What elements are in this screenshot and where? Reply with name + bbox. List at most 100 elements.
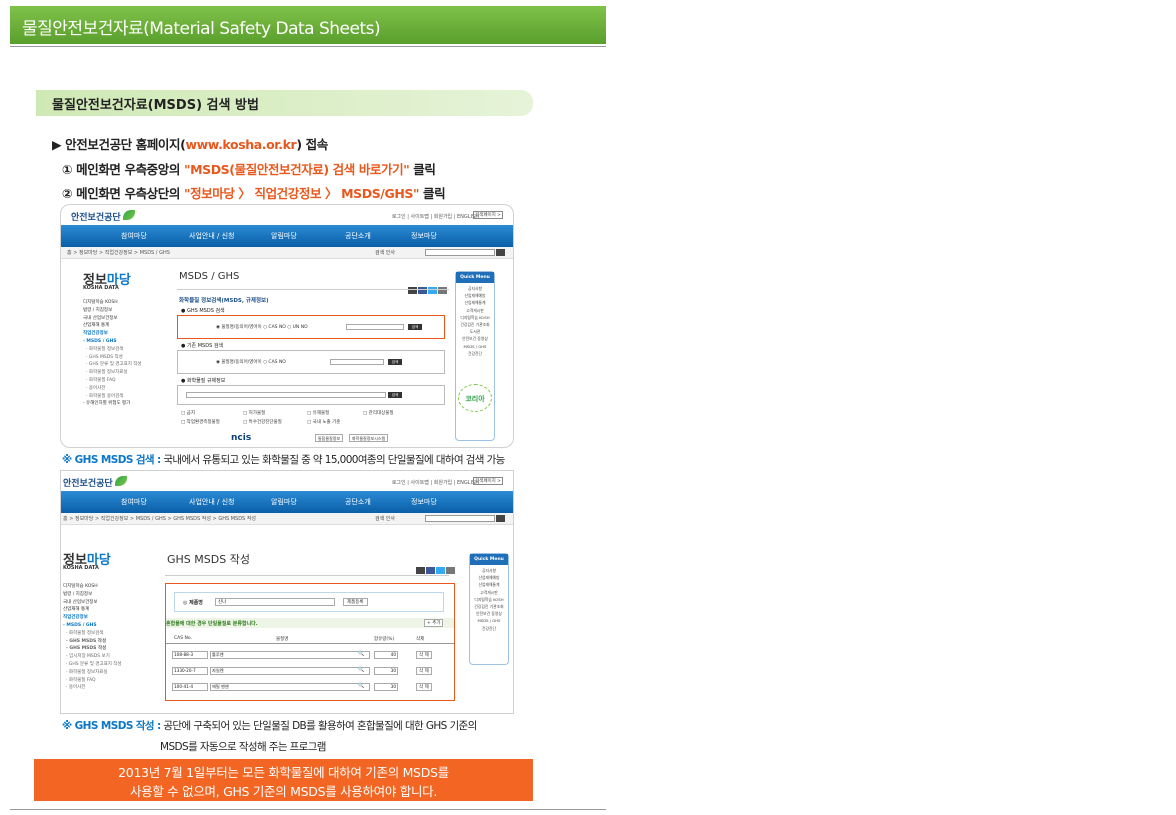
ghs-search-button[interactable]: 검색 <box>408 324 422 330</box>
side-subitem[interactable]: · 화학물질 정보검색 <box>63 630 133 638</box>
nav-item-4[interactable]: 공단소개 <box>345 231 371 241</box>
search-input[interactable] <box>425 515 495 522</box>
korea-badge-icon[interactable]: 코리아 <box>458 384 492 412</box>
twitter-icon[interactable] <box>436 567 445 574</box>
side-subitem[interactable]: · GHS MSDS 작성 <box>83 354 153 362</box>
nav-item-1[interactable]: 참여마당 <box>121 231 147 241</box>
side-subitem[interactable]: · GHS 분류 및 경고표지 작성 <box>63 661 133 669</box>
quick-item[interactable]: 안전보건 동영상 <box>470 610 508 617</box>
nav-item-2[interactable]: 사업안내 / 신청 <box>189 231 234 241</box>
delete-button[interactable]: 삭 제 <box>416 651 432 659</box>
quick-item[interactable]: 공지사항 <box>456 285 494 292</box>
ghs-search-input[interactable] <box>346 324 404 330</box>
side-item[interactable]: 국내 산업보건정보 <box>63 599 133 607</box>
quick-item[interactable]: 건강검진 기관조회 <box>470 603 508 610</box>
site-logo[interactable]: 안전보건공단 <box>71 210 135 223</box>
nav-item-3[interactable]: 알림마당 <box>271 497 297 507</box>
nav-item-2[interactable]: 사업안내 / 신청 <box>189 497 234 507</box>
side-item[interactable]: 국내 산업보건정보 <box>83 315 153 323</box>
util-links[interactable]: 로그인 | 사이트맵 | 회원가입 | ENGLISH <box>392 479 479 486</box>
cas-input[interactable]: 108-88-3 <box>172 651 208 659</box>
side-subitem[interactable]: · 용어사전 <box>63 684 133 692</box>
pct-input[interactable]: 40 <box>374 651 398 659</box>
side-subitem[interactable]: · 화학물질 FAQ <box>63 677 133 685</box>
nav-item-3[interactable]: 알림마당 <box>271 231 297 241</box>
search-icon[interactable] <box>496 515 505 522</box>
side-item[interactable]: - 유해인자별 위험도 평가 <box>83 400 153 408</box>
nav-item-5[interactable]: 정보마당 <box>411 231 437 241</box>
old-radio-options[interactable]: ◉ 물질명/동의어/영어이 ○ CAS NO <box>216 359 286 365</box>
old-search-button[interactable]: 검색 <box>388 359 402 365</box>
quick-item[interactable]: 건강진단 <box>456 350 494 357</box>
side-subitem[interactable]: · 화학물질 정보검색 <box>83 346 153 354</box>
side-item-active[interactable]: 직업건강정보 <box>83 330 153 338</box>
quick-item[interactable]: 공지사항 <box>470 567 508 574</box>
quick-item[interactable]: 도서관 <box>456 328 494 335</box>
quick-item[interactable]: 산업재해통계 <box>456 299 494 306</box>
quick-item[interactable]: 산업재해예방 <box>456 292 494 299</box>
side-subitem[interactable]: · 화학물질 정보자료실 <box>83 369 153 377</box>
quick-item[interactable]: 고객게시판 <box>456 307 494 314</box>
product-register-button[interactable]: 제품등록 <box>343 598 368 606</box>
quick-item[interactable]: 산업재해통계 <box>470 581 508 588</box>
check-health[interactable]: □ 특수건강진단물질 <box>243 419 282 425</box>
ghs-radio-options[interactable]: ◉ 물질명/동의어/영어이 ○ CAS NO ○ UN NO <box>216 324 308 330</box>
substance-input[interactable]: 톨루엔 <box>210 651 370 659</box>
search-icon[interactable] <box>496 249 505 256</box>
quick-item[interactable]: 건강검진 기관조회 <box>456 321 494 328</box>
side-item-msds-ghs[interactable]: - MSDS / GHS <box>63 622 133 630</box>
magnifier-icon[interactable]: 🔍 <box>358 683 364 689</box>
side-item[interactable]: 디지털학습 KOSH <box>63 583 133 591</box>
quick-item[interactable]: 디지털학습 KOSH <box>470 596 508 603</box>
search-input[interactable] <box>425 249 495 256</box>
old-search-input[interactable] <box>330 359 384 365</box>
reg-search-input[interactable] <box>186 392 386 398</box>
util-links[interactable]: 로그인 | 사이트맵 | 회원가입 | ENGLISH <box>392 213 479 220</box>
quick-item[interactable]: 디지털학습 KOSH <box>456 314 494 321</box>
email-icon[interactable] <box>446 567 455 574</box>
side-subitem-active[interactable]: · GHS MSDS 작성 <box>63 638 133 646</box>
check-exposure[interactable]: □ 국내 노출 기준 <box>307 419 340 425</box>
side-item[interactable]: 법령 / 지침정보 <box>63 591 133 599</box>
magnifier-icon[interactable]: 🔍 <box>358 667 364 673</box>
delete-button[interactable]: 삭 제 <box>416 667 432 675</box>
util-search-button[interactable]: 검색페이지 > <box>473 477 503 485</box>
check-managed[interactable]: □ 관리대상물질 <box>363 410 394 416</box>
footer-link-1[interactable]: 통합물질정보 <box>315 434 344 442</box>
nav-item-1[interactable]: 참여마당 <box>121 497 147 507</box>
side-item-active[interactable]: 직업건강정보 <box>63 614 133 622</box>
side-subitem[interactable]: · 용어사전 <box>83 385 153 393</box>
pct-input[interactable]: 30 <box>374 667 398 675</box>
reg-search-button[interactable]: 검색 <box>388 392 402 398</box>
side-subitem[interactable]: · 화학물질 용어검색 <box>83 393 153 401</box>
product-name-input[interactable]: 신나 <box>215 598 335 606</box>
quick-item[interactable]: 산업재해예방 <box>470 574 508 581</box>
side-item[interactable]: 법령 / 지침정보 <box>83 307 153 315</box>
facebook-icon[interactable] <box>426 567 435 574</box>
substance-input[interactable]: 자일렌 <box>210 667 370 675</box>
quick-item[interactable]: 안전보건 동영상 <box>456 335 494 342</box>
side-item[interactable]: 산업재해 통계 <box>83 322 153 330</box>
pct-input[interactable]: 30 <box>374 683 398 691</box>
print-icon[interactable] <box>416 567 425 574</box>
check-harmful[interactable]: □ 유해물질 <box>307 410 329 416</box>
delete-button[interactable]: 삭 제 <box>416 683 432 691</box>
footer-link-2[interactable]: 화학물질정보시스템 <box>349 434 389 442</box>
ncis-logo[interactable]: ncis <box>231 433 251 443</box>
substance-input[interactable]: 에틸 벤젠 <box>210 683 370 691</box>
check-env[interactable]: □ 작업환경측정물질 <box>181 419 220 425</box>
side-item-msds-ghs[interactable]: - MSDS / GHS <box>83 338 153 346</box>
nav-item-5[interactable]: 정보마당 <box>411 497 437 507</box>
side-item[interactable]: 산업재해 통계 <box>63 606 133 614</box>
magnifier-icon[interactable]: 🔍 <box>358 651 364 657</box>
side-subitem[interactable]: · 화학물질 FAQ <box>83 377 153 385</box>
kosha-link[interactable]: www.kosha.or.kr <box>185 137 296 152</box>
cas-input[interactable]: 1330-20-7 <box>172 667 208 675</box>
side-subitem[interactable]: · 화학물질 정보자료실 <box>63 669 133 677</box>
check-permit[interactable]: □ 허가물질 <box>243 410 265 416</box>
quick-item[interactable]: MSDS / GHS <box>456 343 494 350</box>
add-row-button[interactable]: + 추가 <box>424 619 444 627</box>
check-ban[interactable]: □ 금지 <box>181 410 195 416</box>
side-subitem[interactable]: · GHS 분류 및 경고표지 작성 <box>83 361 153 369</box>
side-item[interactable]: 디지털학습 KOSH <box>83 299 153 307</box>
